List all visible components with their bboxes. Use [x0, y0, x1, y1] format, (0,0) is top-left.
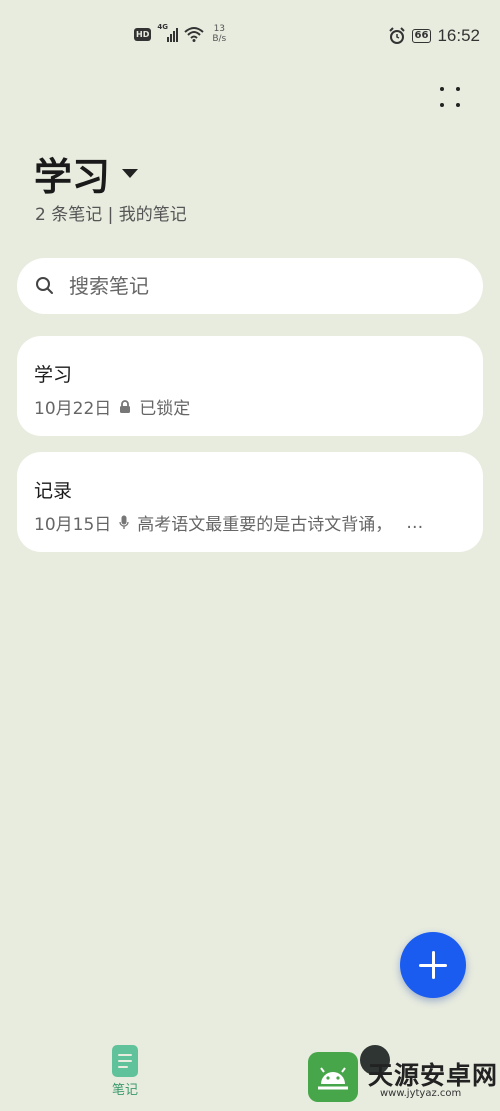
watermark-url: www.jytyaz.com — [380, 1088, 462, 1099]
search-bar[interactable] — [17, 258, 483, 314]
note-preview: 高考语文最重要的是古诗文背诵， — [137, 515, 393, 535]
note-date: 10月22日 — [34, 399, 112, 419]
alarm-icon — [388, 27, 405, 44]
ellipsis-icon: … — [406, 512, 424, 533]
watermark-name: 天源安卓网 — [368, 1061, 499, 1090]
note-count-subtitle: 2 条笔记 | 我的笔记 — [35, 205, 187, 225]
search-icon — [36, 277, 53, 294]
tab-notes-label: 笔记 — [111, 1083, 138, 1098]
network-type-label: 4G — [157, 23, 168, 31]
tab-notes[interactable]: 笔记 — [95, 1045, 155, 1098]
note-card[interactable]: 记录 10月15日 高考语文最重要的是古诗文背诵， … — [17, 452, 483, 552]
wifi-icon — [184, 27, 205, 42]
clock: 16:52 — [437, 26, 480, 45]
note-title: 记录 — [34, 480, 73, 502]
note-meta: 10月15日 高考语文最重要的是古诗文背诵， … — [34, 510, 424, 536]
net-speed-unit: B/s — [212, 34, 227, 44]
net-speed: 13 B/s — [212, 24, 226, 44]
signal-icon: 4G — [157, 23, 179, 42]
note-title: 学习 — [34, 364, 73, 386]
net-speed-value: 13 — [213, 24, 226, 34]
watermark: 天源安卓网 www.jytyaz.com — [298, 1040, 500, 1111]
android-logo-icon — [308, 1052, 358, 1102]
more-options-button[interactable] — [434, 84, 466, 112]
page-title: 学习 — [34, 154, 111, 199]
note-doc-icon — [112, 1045, 138, 1077]
add-note-button[interactable] — [400, 932, 466, 998]
lock-icon — [120, 399, 131, 413]
mic-icon — [119, 515, 129, 529]
note-date: 10月15日 — [34, 515, 112, 535]
search-input[interactable] — [67, 273, 451, 299]
caret-down-icon — [122, 169, 139, 178]
folder-selector[interactable]: 学习 — [34, 146, 139, 201]
note-meta: 10月22日 已锁定 — [34, 394, 190, 419]
status-right: 66 16:52 — [388, 26, 480, 46]
hd-icon: HD — [134, 27, 152, 41]
battery-icon: 66 — [411, 29, 432, 43]
note-preview: 已锁定 — [139, 399, 191, 419]
status-bar: HD 4G 13 B/s 66 16:52 — [0, 0, 500, 76]
status-left: HD 4G 13 B/s — [134, 23, 226, 44]
note-card[interactable]: 学习 10月22日 已锁定 — [17, 336, 483, 436]
